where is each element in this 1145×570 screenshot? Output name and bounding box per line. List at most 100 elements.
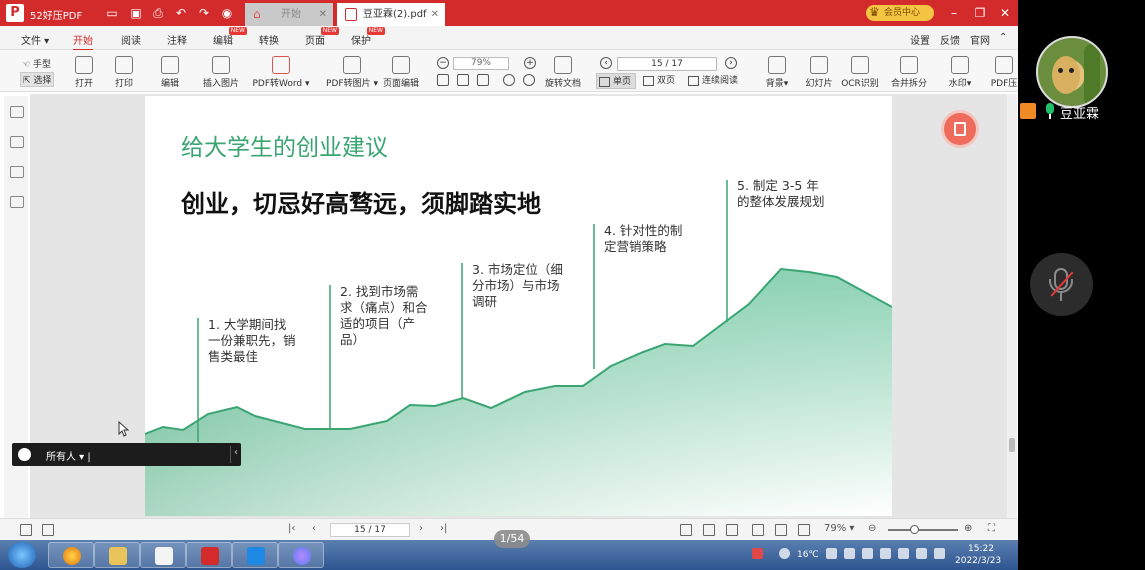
zoom-in-icon[interactable]: +: [524, 57, 536, 69]
menu-annotate[interactable]: 注释: [167, 32, 187, 47]
copy-icon[interactable]: [42, 524, 54, 536]
menu-feedback[interactable]: 反馈: [940, 32, 960, 47]
single-page-icon[interactable]: [680, 524, 692, 536]
fit-width-icon[interactable]: [726, 524, 738, 536]
scroll-thumb[interactable]: [1009, 438, 1015, 452]
open-folder-icon[interactable]: ▭: [104, 5, 120, 21]
actual-size-icon[interactable]: [437, 74, 449, 86]
search-icon[interactable]: [10, 196, 24, 208]
background-button[interactable]: 背景▾: [764, 50, 790, 92]
next-page-icon[interactable]: ›: [419, 523, 423, 534]
edit-button[interactable]: 编辑: [156, 50, 184, 92]
status-page-input[interactable]: 15 / 17: [330, 523, 410, 537]
menu-settings[interactable]: 设置: [910, 32, 930, 47]
continuous-icon[interactable]: [775, 524, 787, 536]
hand-tool[interactable]: ☜ 手型: [22, 57, 51, 70]
print-button[interactable]: 打印: [110, 50, 138, 92]
chevron-left-icon[interactable]: ‹: [234, 447, 238, 458]
taskbar-app[interactable]: [278, 542, 324, 568]
tab-document[interactable]: 豆亚霖(2).pdf ✕: [337, 3, 445, 26]
outline-icon[interactable]: [10, 106, 24, 118]
thumbnails-icon[interactable]: [10, 136, 24, 148]
collapse-ribbon-icon[interactable]: ⌃: [999, 32, 1007, 43]
fit-width-icon[interactable]: [477, 74, 489, 86]
taskbar-explorer[interactable]: [94, 542, 140, 568]
rotate-right-icon[interactable]: [523, 74, 535, 86]
volume-icon[interactable]: [916, 548, 927, 559]
tab-home[interactable]: ⌂ 开始 ✕: [245, 3, 333, 26]
merge-split-button[interactable]: 合并拆分: [890, 50, 928, 92]
slideshow-button[interactable]: 幻灯片: [804, 50, 834, 92]
tray-app-icon[interactable]: [752, 548, 763, 559]
taskbar-pdf-reader[interactable]: [186, 542, 232, 568]
rotate-document-button[interactable]: 旋转文档: [542, 50, 584, 92]
pdf-to-word-button[interactable]: PDF转Word ▾: [250, 50, 312, 92]
bluetooth-icon[interactable]: [898, 548, 909, 559]
menu-page[interactable]: 页面 NEW: [305, 27, 339, 47]
taskbar-document[interactable]: [140, 542, 186, 568]
close-icon[interactable]: ✕: [431, 3, 439, 26]
zoom-slider-handle[interactable]: [910, 525, 919, 534]
floating-pdf-button[interactable]: [944, 113, 976, 145]
last-page-icon[interactable]: ›|: [440, 523, 447, 534]
tray-icon[interactable]: [826, 548, 837, 559]
menu-edit[interactable]: 编辑 NEW: [213, 27, 247, 47]
next-page-icon[interactable]: ›: [725, 57, 737, 69]
rotate-left-icon[interactable]: [503, 74, 515, 86]
view-continuous[interactable]: 连续阅读: [686, 73, 746, 89]
target-icon[interactable]: ◉: [219, 5, 235, 21]
restore-icon[interactable]: ❐: [972, 5, 988, 21]
zoom-input[interactable]: 79%: [453, 57, 509, 70]
window-close-icon[interactable]: ✕: [997, 5, 1013, 21]
watermark-button[interactable]: 水印▾: [946, 50, 974, 92]
view-single-page[interactable]: 单页: [596, 73, 636, 89]
menu-website[interactable]: 官网: [970, 32, 990, 47]
chat-input-bar[interactable]: 所有人 ▾ | ‹: [12, 443, 241, 466]
vertical-scrollbar[interactable]: [1007, 94, 1017, 518]
chat-recipient-select[interactable]: 所有人 ▾ |: [46, 448, 91, 463]
status-zoom-select[interactable]: 79% ▾: [824, 523, 854, 534]
tray-icon[interactable]: [844, 548, 855, 559]
page-edit-button[interactable]: 页面编辑: [382, 50, 420, 92]
open-button[interactable]: 打开: [70, 50, 98, 92]
zoom-slider[interactable]: [888, 525, 958, 534]
prev-page-icon[interactable]: ‹: [312, 523, 316, 534]
facing-icon[interactable]: [798, 524, 810, 536]
menu-convert[interactable]: 转换: [259, 32, 279, 47]
prev-page-icon[interactable]: ‹: [600, 57, 612, 69]
first-page-icon[interactable]: |‹: [288, 523, 295, 534]
view-double-page[interactable]: 双页: [641, 73, 679, 89]
annotations-icon[interactable]: [10, 166, 24, 178]
double-page-icon[interactable]: [752, 524, 764, 536]
insert-image-button[interactable]: 插入图片: [200, 50, 242, 92]
menu-read[interactable]: 阅读: [121, 32, 141, 47]
fit-page-icon[interactable]: [703, 524, 715, 536]
fit-page-icon[interactable]: [457, 74, 469, 86]
tray-icon[interactable]: [880, 548, 891, 559]
pdf-to-image-button[interactable]: PDF转图片 ▾: [320, 50, 384, 92]
taskbar-browser[interactable]: [48, 542, 94, 568]
zoom-out-icon[interactable]: −: [437, 57, 449, 69]
zoom-in-icon[interactable]: ⊕: [964, 523, 972, 534]
ime-icon[interactable]: [934, 548, 945, 559]
export-icon[interactable]: [20, 524, 32, 536]
print-icon[interactable]: ⎙: [150, 5, 166, 21]
fullscreen-icon[interactable]: ⛶: [988, 523, 995, 534]
mute-button[interactable]: [1030, 253, 1093, 316]
emoji-icon[interactable]: [18, 448, 31, 461]
zoom-out-icon[interactable]: ⊖: [868, 523, 876, 534]
taskbar-meeting[interactable]: [232, 542, 278, 568]
ocr-button[interactable]: OCR识别: [840, 50, 880, 92]
start-button[interactable]: [8, 542, 36, 568]
minimize-icon[interactable]: –: [946, 5, 962, 21]
select-tool[interactable]: ⇱ 选择: [20, 72, 55, 87]
page-number-input[interactable]: 15 / 17: [617, 57, 717, 71]
redo-icon[interactable]: ↷: [196, 5, 212, 21]
network-icon[interactable]: [862, 548, 873, 559]
save-icon[interactable]: ▣: [128, 5, 144, 21]
vip-center-button[interactable]: ♛ 会员中心: [866, 5, 934, 21]
close-icon[interactable]: ✕: [319, 3, 327, 26]
undo-icon[interactable]: ↶: [173, 5, 189, 21]
menu-file[interactable]: 文件 ▾: [21, 32, 49, 47]
menu-protect[interactable]: 保护 NEW: [351, 27, 385, 47]
